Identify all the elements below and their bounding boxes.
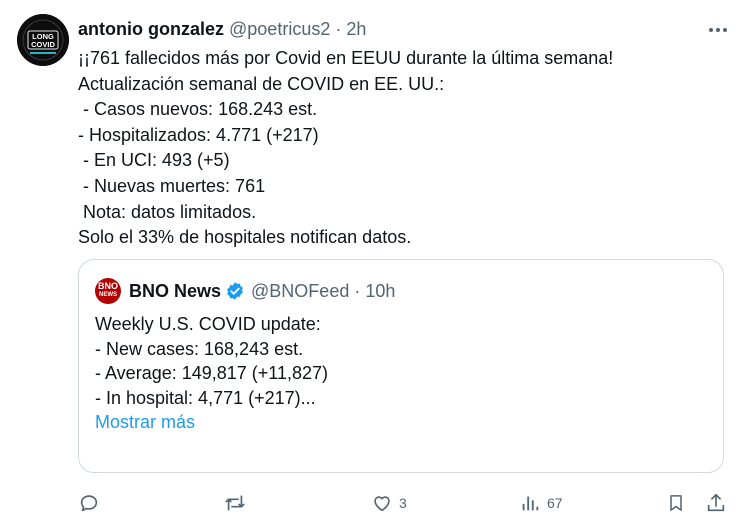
share-button[interactable] xyxy=(705,488,727,518)
like-icon xyxy=(374,496,390,512)
views-button[interactable]: 67 xyxy=(519,488,563,518)
reply-icon xyxy=(80,495,98,512)
quoted-line: - Average: 149,817 (+11,827) xyxy=(95,363,329,383)
tweet-line: Solo el 33% de hospitales notifican dato… xyxy=(78,227,412,248)
quoted-tweet-time[interactable]: 10h xyxy=(365,278,395,304)
retweet-button[interactable] xyxy=(223,488,247,518)
quoted-line: - In hospital: 4,771 (+217)... xyxy=(95,387,316,408)
author-handle[interactable]: @poetricus2 xyxy=(229,19,330,39)
action-bar: 3 67 xyxy=(0,488,752,518)
retweet-icon xyxy=(225,495,245,511)
quoted-time-separator: · xyxy=(354,281,361,301)
tweet-header: antonio gonzalez @poetricus2 · 2h xyxy=(78,17,712,41)
quoted-line: - New cases: 168,243 est. xyxy=(95,338,304,359)
more-button[interactable] xyxy=(706,20,730,40)
quoted-tweet-body: Weekly U.S. COVID update: - New cases: 1… xyxy=(95,312,695,435)
tweet-line: ¡¡761 fallecidos más por Covid en EEUU d… xyxy=(78,48,614,68)
tweet-line: - En UCI: 493 (+5) xyxy=(78,150,230,171)
quoted-author-name[interactable]: BNO News xyxy=(129,278,221,304)
quoted-tweet[interactable]: BNO NEWS BNO News @BNOFeed · 10h Weekly … xyxy=(78,259,724,473)
tweet-line: Actualización semanal de COVID en EE. UU… xyxy=(78,73,445,94)
reply-button[interactable] xyxy=(78,488,100,518)
bno-logo-line1: BNO xyxy=(98,281,118,291)
quoted-line: Weekly U.S. COVID update: xyxy=(95,314,321,334)
show-more-link[interactable]: Mostrar más xyxy=(95,410,695,435)
bookmark-button[interactable] xyxy=(666,488,686,518)
time-separator: · xyxy=(335,19,342,39)
like-count: 3 xyxy=(399,495,407,511)
avatar[interactable]: LONG COVID xyxy=(17,14,69,66)
like-button[interactable]: 3 xyxy=(371,488,407,518)
verified-badge-icon xyxy=(225,281,245,301)
views-icon xyxy=(522,496,539,511)
quoted-author-handle[interactable]: @BNOFeed xyxy=(251,278,349,304)
more-icon xyxy=(709,28,727,32)
quoted-tweet-header: BNO NEWS BNO News @BNOFeed · 10h xyxy=(95,278,395,304)
tweet-time[interactable]: 2h xyxy=(346,19,366,39)
bno-logo-line2: NEWS xyxy=(99,292,117,298)
tweet-line: - Hospitalizados: 4.771 (+217) xyxy=(78,124,319,145)
tweet-line: - Casos nuevos: 168.243 est. xyxy=(78,99,318,120)
tweet-body: ¡¡761 fallecidos más por Covid en EEUU d… xyxy=(78,46,728,251)
views-count: 67 xyxy=(547,495,563,511)
tweet-line: Nota: datos limitados. xyxy=(78,201,257,222)
author-name[interactable]: antonio gonzalez xyxy=(78,19,224,39)
bno-news-logo[interactable]: BNO NEWS xyxy=(95,278,121,304)
avatar-line-2: COVID xyxy=(31,40,55,49)
share-icon xyxy=(707,493,725,512)
bookmark-icon xyxy=(670,495,682,511)
long-covid-logo: LONG COVID xyxy=(17,14,69,66)
tweet-line: - Nuevas muertes: 761 xyxy=(78,175,266,196)
